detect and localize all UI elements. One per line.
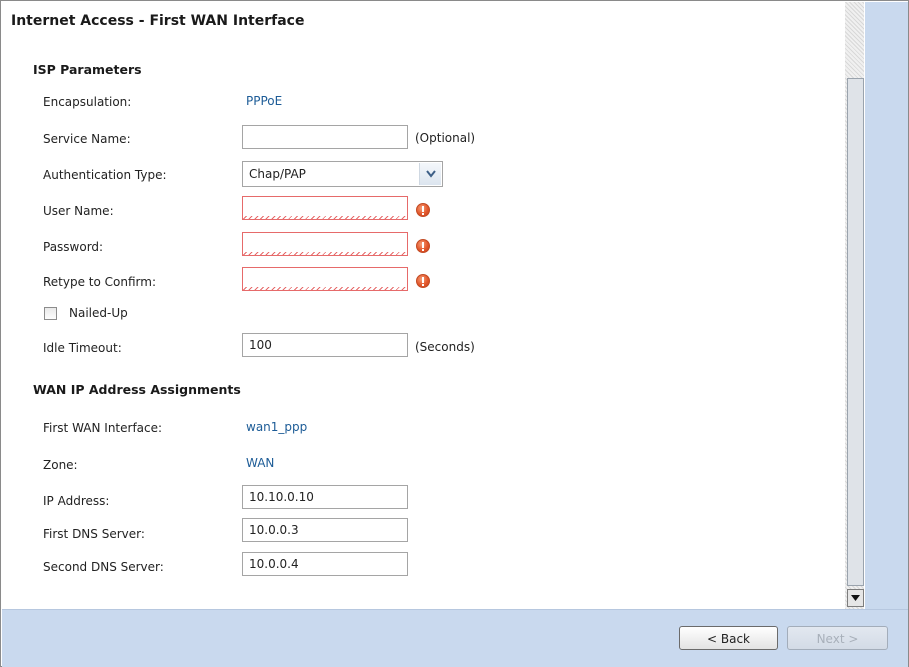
first-dns-server-input[interactable] <box>242 518 408 542</box>
user-name-input[interactable] <box>242 196 408 220</box>
authentication-type-selected: Chap/PAP <box>249 167 306 181</box>
scroll-down-button[interactable] <box>847 589 864 607</box>
retype-password-input[interactable] <box>242 267 408 291</box>
authentication-type-label: Authentication Type: <box>43 168 167 182</box>
idle-timeout-input[interactable] <box>242 333 408 357</box>
nailed-up-checkbox[interactable] <box>44 307 57 320</box>
side-panel <box>865 2 908 609</box>
authentication-type-select[interactable]: Chap/PAP <box>242 161 443 187</box>
first-dns-server-label: First DNS Server: <box>43 527 145 541</box>
idle-timeout-label: Idle Timeout: <box>43 341 122 355</box>
user-name-label: User Name: <box>43 204 114 218</box>
error-icon <box>416 274 430 288</box>
page-title: Internet Access - First WAN Interface <box>11 13 305 29</box>
wizard-content: Internet Access - First WAN Interface IS… <box>2 2 844 609</box>
zone-value: WAN <box>246 456 275 470</box>
scrollbar-thumb[interactable] <box>847 78 864 586</box>
password-input[interactable] <box>242 232 408 256</box>
arrow-down-icon <box>851 595 860 601</box>
wizard-window: Internet Access - First WAN Interface IS… <box>0 0 909 667</box>
retype-confirm-label: Retype to Confirm: <box>43 275 157 289</box>
nailed-up-label: Nailed-Up <box>69 306 128 320</box>
service-name-label: Service Name: <box>43 132 131 146</box>
error-icon <box>416 203 430 217</box>
wan-ip-assignments-heading: WAN IP Address Assignments <box>33 382 241 397</box>
idle-timeout-seconds-hint: (Seconds) <box>415 340 475 354</box>
password-label: Password: <box>43 240 104 254</box>
second-dns-server-label: Second DNS Server: <box>43 560 164 574</box>
zone-label: Zone: <box>43 458 78 472</box>
service-name-optional-hint: (Optional) <box>415 131 476 145</box>
isp-parameters-heading: ISP Parameters <box>33 62 142 77</box>
encapsulation-label: Encapsulation: <box>43 95 132 109</box>
second-dns-server-input[interactable] <box>242 552 408 576</box>
next-button[interactable]: Next > <box>787 626 888 650</box>
first-wan-interface-value: wan1_ppp <box>246 420 308 434</box>
first-wan-interface-label: First WAN Interface: <box>43 421 163 435</box>
ip-address-label: IP Address: <box>43 494 110 508</box>
encapsulation-value: PPPoE <box>246 94 283 108</box>
error-icon <box>416 239 430 253</box>
service-name-input[interactable] <box>242 125 408 149</box>
ip-address-input[interactable] <box>242 485 408 509</box>
chevron-down-icon[interactable] <box>419 163 441 185</box>
back-button[interactable]: < Back <box>679 626 778 650</box>
